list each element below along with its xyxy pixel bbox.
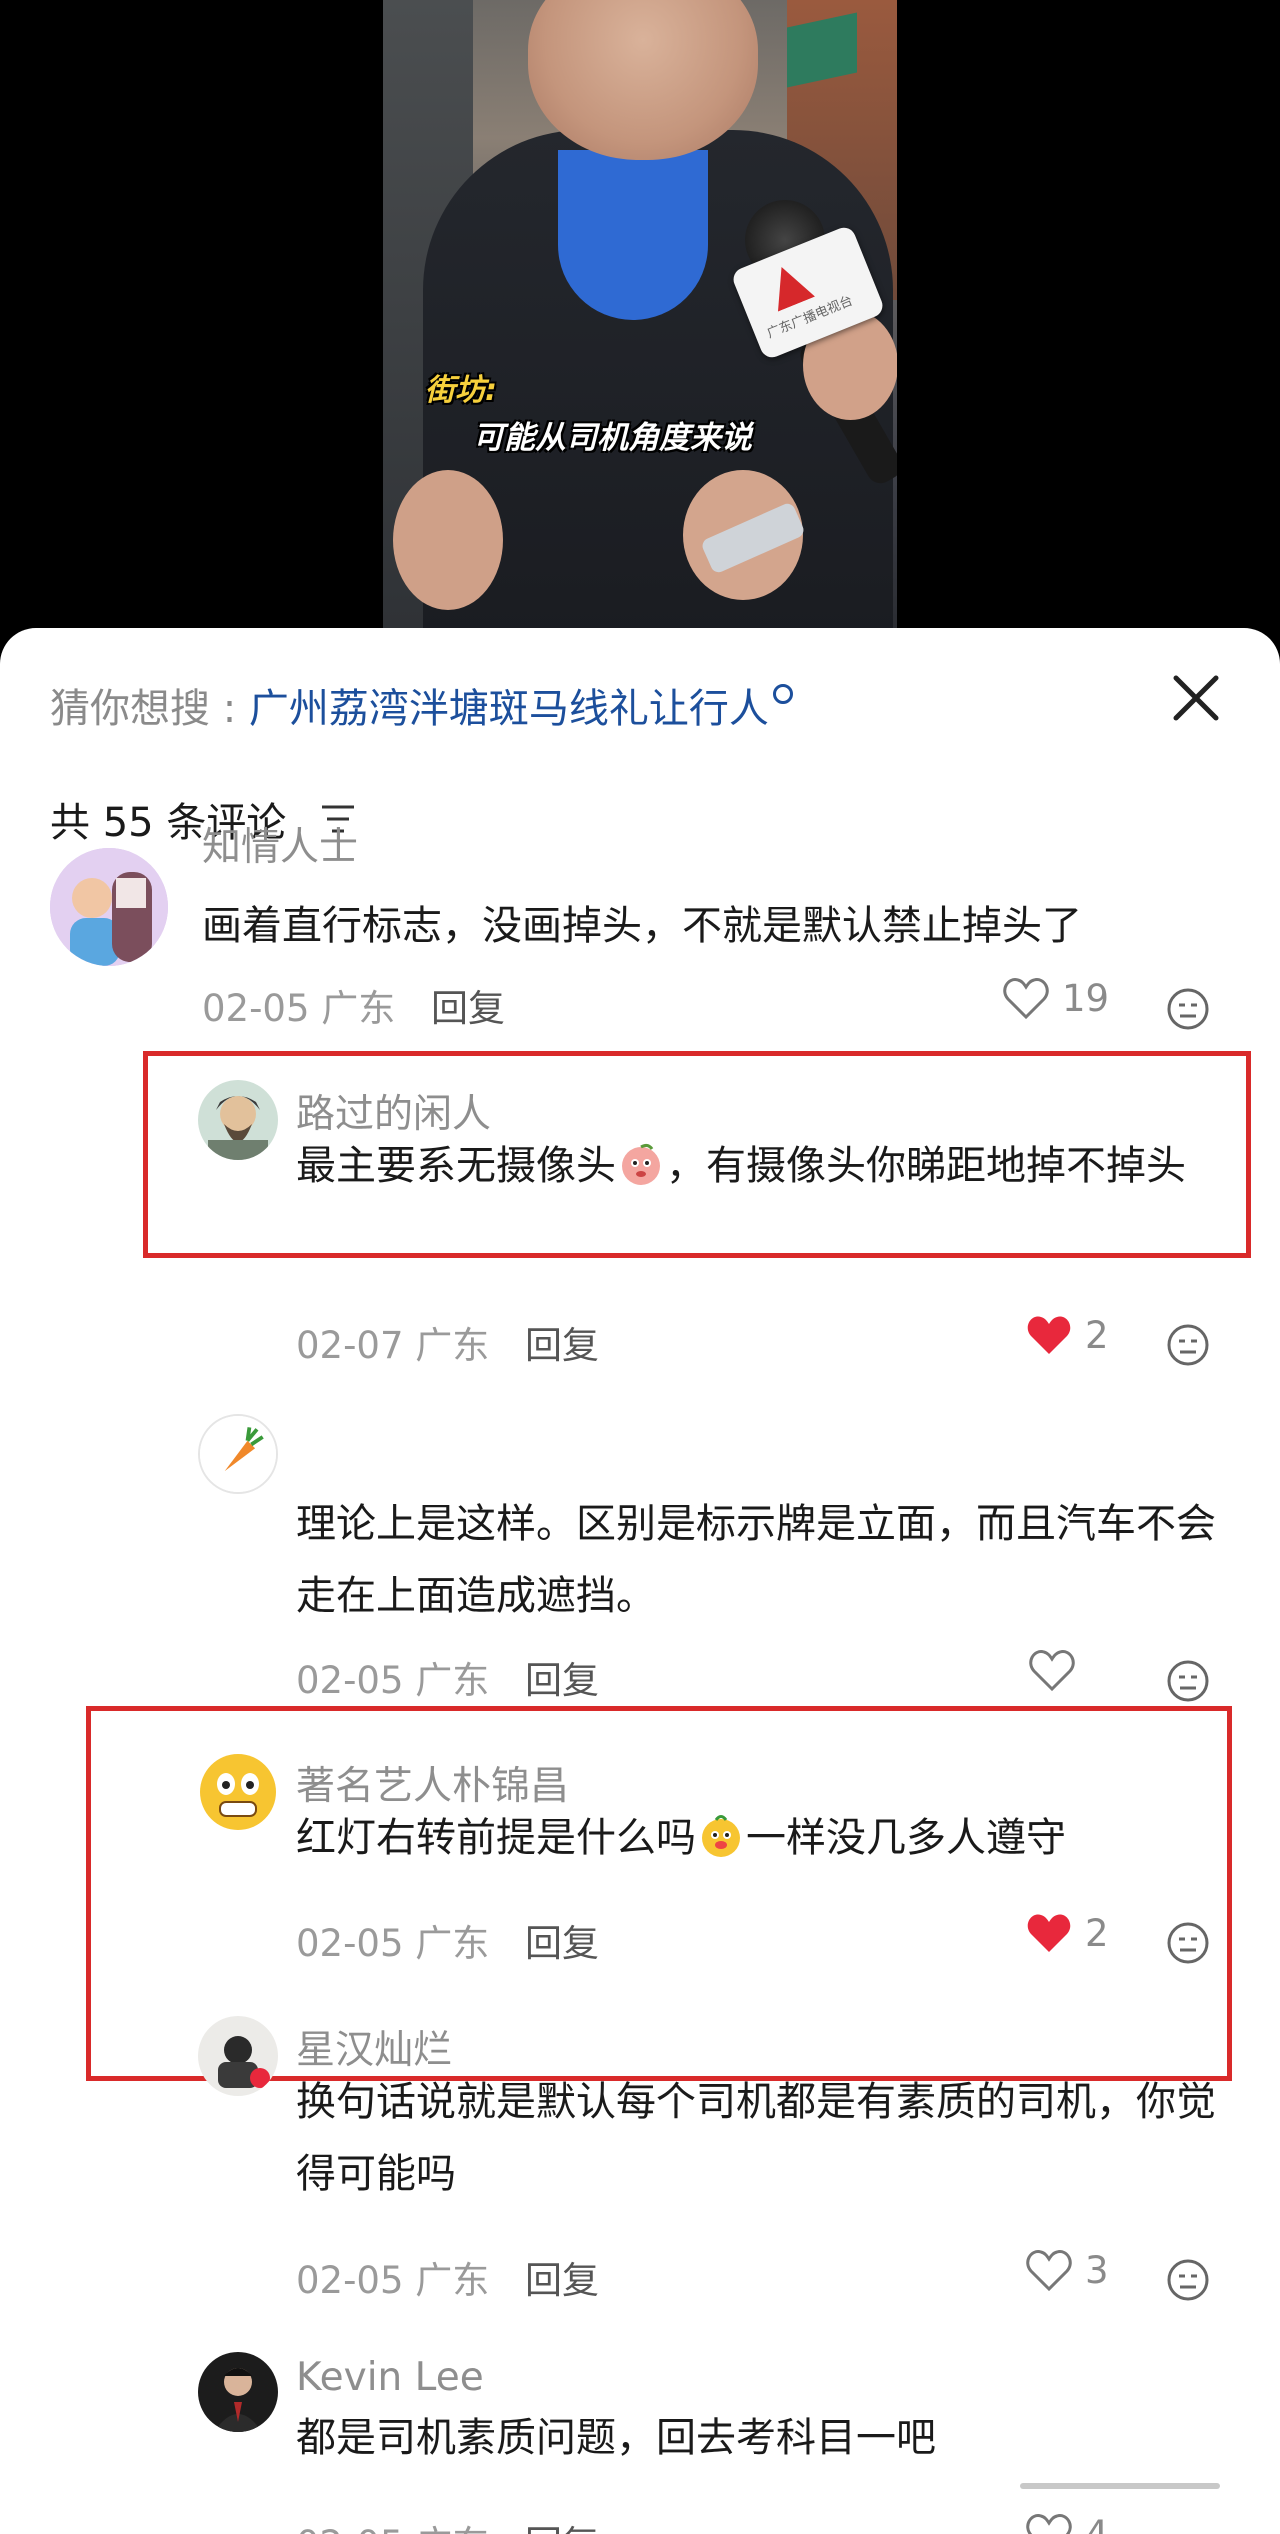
comment-date: 02-05	[296, 1659, 404, 1702]
avatar-cartoon-icon	[50, 848, 168, 966]
reply-button[interactable]: 回复	[525, 1659, 599, 1702]
search-suggestion[interactable]: 猜你想搜 : 广州荔湾泮塘斑马线礼让行人	[50, 676, 793, 734]
avatar[interactable]	[198, 2352, 278, 2432]
comment-location: 广东	[415, 1659, 490, 1702]
comment-location: 广东	[321, 987, 396, 1030]
station-logo-icon	[763, 260, 815, 312]
reply-button[interactable]: 回复	[525, 2259, 599, 2302]
avatar[interactable]	[198, 2016, 278, 2096]
emoji-react-icon[interactable]	[1165, 1322, 1211, 1368]
video-frame[interactable]: 广东广播电视台 街坊: 可能从司机角度来说	[383, 0, 897, 628]
comment-text: 画着直行标志，没画掉头，不就是默认禁止掉头了	[202, 903, 1082, 949]
like-count: 2	[1085, 1911, 1109, 1955]
reply-button[interactable]: 回复	[525, 2523, 599, 2534]
video-caption-speaker: 街坊:	[425, 373, 497, 408]
comments-panel: 猜你想搜 : 广州荔湾泮塘斑马线礼让行人 共 55 条评论 知情人士 画着直行标…	[0, 628, 1280, 2534]
comment-meta: 02-05 广东 回复	[296, 1650, 599, 1704]
like-count: 3	[1085, 2248, 1109, 2292]
like-button[interactable]: 2	[1025, 1911, 1109, 1955]
heart-outline-icon	[1026, 2250, 1072, 2292]
home-indicator[interactable]	[1020, 2483, 1220, 2489]
like-count: 2	[1085, 1313, 1109, 1357]
search-suggestion-prefix: 猜你想搜 :	[50, 686, 249, 732]
close-icon	[1173, 675, 1219, 721]
like-count: 19	[1062, 976, 1110, 1020]
comment-meta: 02-05 广东 回复	[202, 978, 505, 1032]
avatar-photo-icon	[198, 2352, 278, 2432]
comment-text: 换句话说就是默认每个司机都是有素质的司机，你觉得可能吗	[296, 2079, 1216, 2197]
reply-button[interactable]: 回复	[525, 1324, 599, 1367]
comment-meta: 02-05 广东 回复	[296, 1913, 599, 1967]
grin-emoji-avatar-icon	[200, 1754, 276, 1830]
like-button[interactable]: 4	[1025, 2512, 1109, 2534]
chick-face-emoji-icon	[702, 1815, 740, 1857]
like-button[interactable]: 3	[1025, 2248, 1109, 2292]
comment-text-part: 红灯右转前提是什么吗	[296, 1815, 696, 1861]
comment-text-part: 一样没几多人遵守	[746, 1815, 1066, 1861]
comment-date: 02-05	[296, 1922, 404, 1965]
avatar[interactable]	[198, 1752, 278, 1832]
interviewee-shirt	[558, 150, 708, 320]
heart-outline-icon	[1029, 1650, 1075, 1692]
comment-location: 广东	[415, 2523, 489, 2534]
peach-face-emoji-icon	[622, 1143, 660, 1185]
like-button[interactable]: 19	[1002, 976, 1109, 1020]
like-button[interactable]: 2	[1025, 1313, 1109, 1357]
comment-text: 最主要系无摄像头 ，有摄像头你睇距地掉不掉头	[296, 1130, 1236, 1202]
comment-username[interactable]: 知情人士	[202, 816, 358, 872]
heart-filled-icon	[1027, 1914, 1071, 1952]
emoji-react-icon[interactable]	[1165, 986, 1211, 1032]
comment-date: 02-05	[296, 2523, 404, 2534]
heart-outline-icon	[1003, 978, 1049, 1020]
like-count: 4	[1085, 2512, 1109, 2534]
avatar[interactable]	[198, 1414, 278, 1494]
heart-outline-icon	[1026, 2514, 1072, 2534]
video-player[interactable]: 广东广播电视台 街坊: 可能从司机角度来说	[0, 0, 1280, 700]
avatar[interactable]	[50, 848, 168, 966]
comment-text: 都是司机素质问题，回去考科目一吧	[296, 2415, 936, 2461]
comment-meta: 02-07 广东 回复	[296, 1315, 599, 1369]
comment-date: 02-07	[296, 1324, 404, 1367]
comment-date: 02-05	[202, 987, 310, 1030]
avatar-portrait-icon	[198, 1080, 278, 1160]
comment-location: 广东	[415, 2259, 490, 2302]
comment-meta: 02-05 广东 回复	[296, 2514, 599, 2534]
emoji-react-icon[interactable]	[1165, 1658, 1211, 1704]
comment-text: 理论上是这样。区别是标示牌是立面，而且汽车不会走在上面造成遮挡。	[296, 1501, 1216, 1619]
avatar[interactable]	[198, 1080, 278, 1160]
comment-meta: 02-05 广东 回复	[296, 2250, 599, 2304]
avatar-scene-icon	[198, 2016, 278, 2096]
reply-button[interactable]: 回复	[431, 987, 505, 1030]
reply-button[interactable]: 回复	[525, 1922, 599, 1965]
video-caption: 可能从司机角度来说	[473, 420, 752, 456]
comment-location: 广东	[415, 1324, 490, 1367]
heart-filled-icon	[1027, 1316, 1071, 1354]
comment-username[interactable]: Kevin Lee	[296, 2355, 484, 2400]
interviewee-hand	[393, 470, 503, 610]
carrot-avatar-icon	[200, 1416, 276, 1492]
comment-text: 红灯右转前提是什么吗 一样没几多人遵守	[296, 1802, 1236, 1874]
emoji-react-icon[interactable]	[1165, 2257, 1211, 2303]
close-button[interactable]	[1168, 670, 1224, 726]
search-suggestion-query[interactable]: 广州荔湾泮塘斑马线礼让行人	[249, 686, 769, 732]
comment-date: 02-05	[296, 2259, 404, 2302]
comment-text-part: 最主要系无摄像头	[296, 1143, 616, 1189]
like-button[interactable]	[1028, 1648, 1088, 1692]
comment-location: 广东	[415, 1922, 490, 1965]
emoji-react-icon[interactable]	[1165, 1920, 1211, 1966]
comment-text-part: ，有摄像头你睇距地掉不掉头	[666, 1143, 1186, 1189]
search-icon	[772, 684, 793, 704]
